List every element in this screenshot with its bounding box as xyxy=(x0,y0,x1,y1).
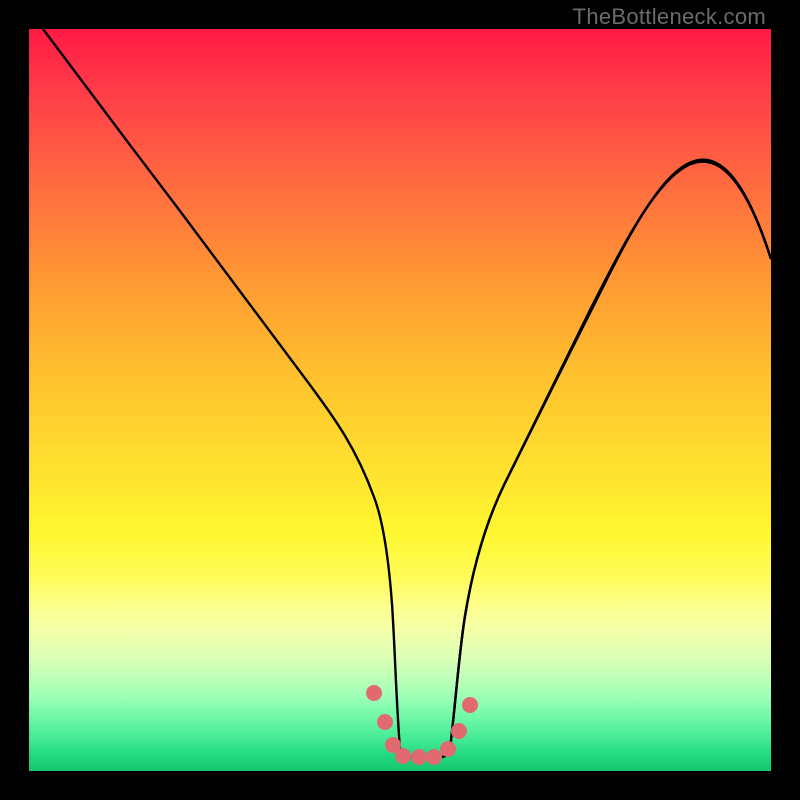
marker-dot xyxy=(411,749,427,765)
bottleneck-curve xyxy=(43,29,771,757)
curve-right-branch xyxy=(441,162,771,757)
bottleneck-curve-right xyxy=(450,160,771,749)
marker-dots xyxy=(366,685,478,765)
displayed-curve xyxy=(43,29,771,757)
marker-dot xyxy=(451,723,467,739)
marker-dot xyxy=(426,749,442,765)
plot-area xyxy=(29,29,771,771)
chart-svg xyxy=(29,29,771,771)
watermark-text: TheBottleneck.com xyxy=(573,4,766,30)
chart-frame: TheBottleneck.com xyxy=(0,0,800,800)
marker-dot xyxy=(462,697,478,713)
marker-dot xyxy=(377,714,393,730)
marker-dot xyxy=(440,741,456,757)
curve-right-final xyxy=(441,47,771,757)
marker-dot xyxy=(395,748,411,764)
marker-dot xyxy=(366,685,382,701)
